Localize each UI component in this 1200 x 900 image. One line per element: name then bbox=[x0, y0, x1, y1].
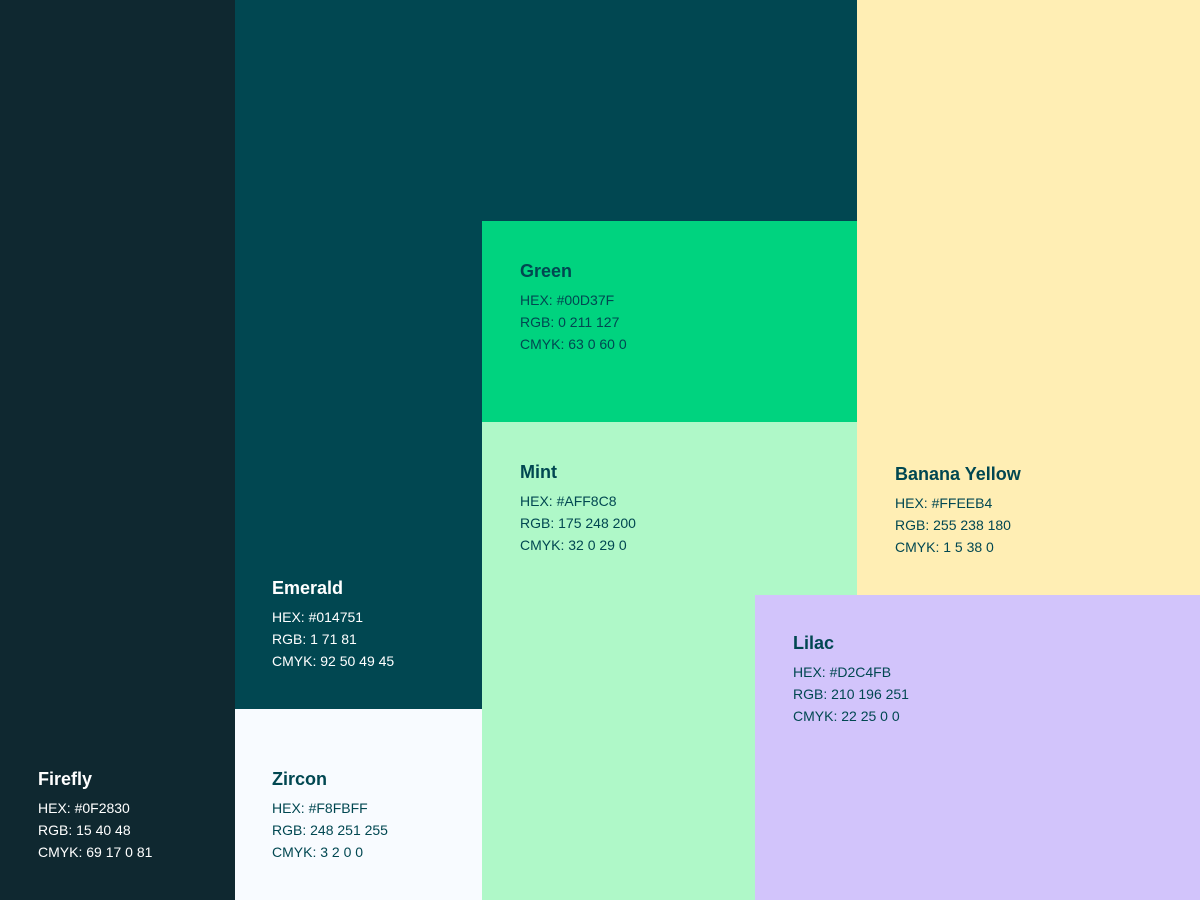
swatch-info: Lilac HEX: #D2C4FB RGB: 210 196 251 CMYK… bbox=[793, 632, 909, 727]
swatch-hex: HEX: #00D37F bbox=[520, 292, 615, 308]
swatch-hex: HEX: #FFEEB4 bbox=[895, 495, 993, 511]
swatch-info: Firefly HEX: #0F2830 RGB: 15 40 48 CMYK:… bbox=[38, 768, 152, 863]
swatch-hex: HEX: #D2C4FB bbox=[793, 664, 892, 680]
swatch-rgb: RGB: 175 248 200 bbox=[520, 515, 636, 531]
swatch-info: Mint HEX: #AFF8C8 RGB: 175 248 200 CMYK:… bbox=[520, 461, 636, 556]
swatch-info: Green HEX: #00D37F RGB: 0 211 127 CMYK: … bbox=[520, 260, 627, 355]
swatch-cmyk: CMYK: 69 17 0 81 bbox=[38, 844, 153, 860]
swatch-name: Emerald bbox=[272, 578, 344, 598]
swatch-hex: HEX: #0F2830 bbox=[38, 800, 130, 816]
swatch-name: Firefly bbox=[38, 769, 93, 789]
swatch-name: Mint bbox=[520, 462, 557, 482]
swatch-rgb: RGB: 1 71 81 bbox=[272, 631, 357, 647]
swatch-cmyk: CMYK: 32 0 29 0 bbox=[520, 537, 627, 553]
swatch-rgb: RGB: 255 238 180 bbox=[895, 517, 1011, 533]
swatch-green: Green HEX: #00D37F RGB: 0 211 127 CMYK: … bbox=[482, 221, 857, 422]
swatch-rgb: RGB: 0 211 127 bbox=[520, 314, 620, 330]
swatch-cmyk: CMYK: 1 5 38 0 bbox=[895, 539, 994, 555]
swatch-lilac: Lilac HEX: #D2C4FB RGB: 210 196 251 CMYK… bbox=[755, 595, 1200, 900]
swatch-rgb: RGB: 15 40 48 bbox=[38, 822, 131, 838]
swatch-zircon: Zircon HEX: #F8FBFF RGB: 248 251 255 CMY… bbox=[235, 709, 482, 900]
swatch-hex: HEX: #AFF8C8 bbox=[520, 493, 617, 509]
swatch-hex: HEX: #F8FBFF bbox=[272, 800, 368, 816]
color-palette: Firefly HEX: #0F2830 RGB: 15 40 48 CMYK:… bbox=[0, 0, 1200, 900]
swatch-rgb: RGB: 248 251 255 bbox=[272, 822, 388, 838]
swatch-cmyk: CMYK: 63 0 60 0 bbox=[520, 336, 627, 352]
swatch-hex: HEX: #014751 bbox=[272, 609, 364, 625]
swatch-info: Banana Yellow HEX: #FFEEB4 RGB: 255 238 … bbox=[895, 463, 1021, 558]
swatch-cmyk: CMYK: 22 25 0 0 bbox=[793, 708, 900, 724]
swatch-info: Emerald HEX: #014751 RGB: 1 71 81 CMYK: … bbox=[272, 577, 394, 672]
swatch-name: Banana Yellow bbox=[895, 464, 1021, 484]
swatch-name: Lilac bbox=[793, 633, 835, 653]
swatch-name: Green bbox=[520, 261, 573, 281]
swatch-info: Zircon HEX: #F8FBFF RGB: 248 251 255 CMY… bbox=[272, 768, 388, 863]
swatch-cmyk: CMYK: 3 2 0 0 bbox=[272, 844, 364, 860]
swatch-name: Zircon bbox=[272, 769, 328, 789]
swatch-rgb: RGB: 210 196 251 bbox=[793, 686, 909, 702]
swatch-cmyk: CMYK: 92 50 49 45 bbox=[272, 653, 395, 669]
swatch-firefly: Firefly HEX: #0F2830 RGB: 15 40 48 CMYK:… bbox=[0, 0, 235, 900]
